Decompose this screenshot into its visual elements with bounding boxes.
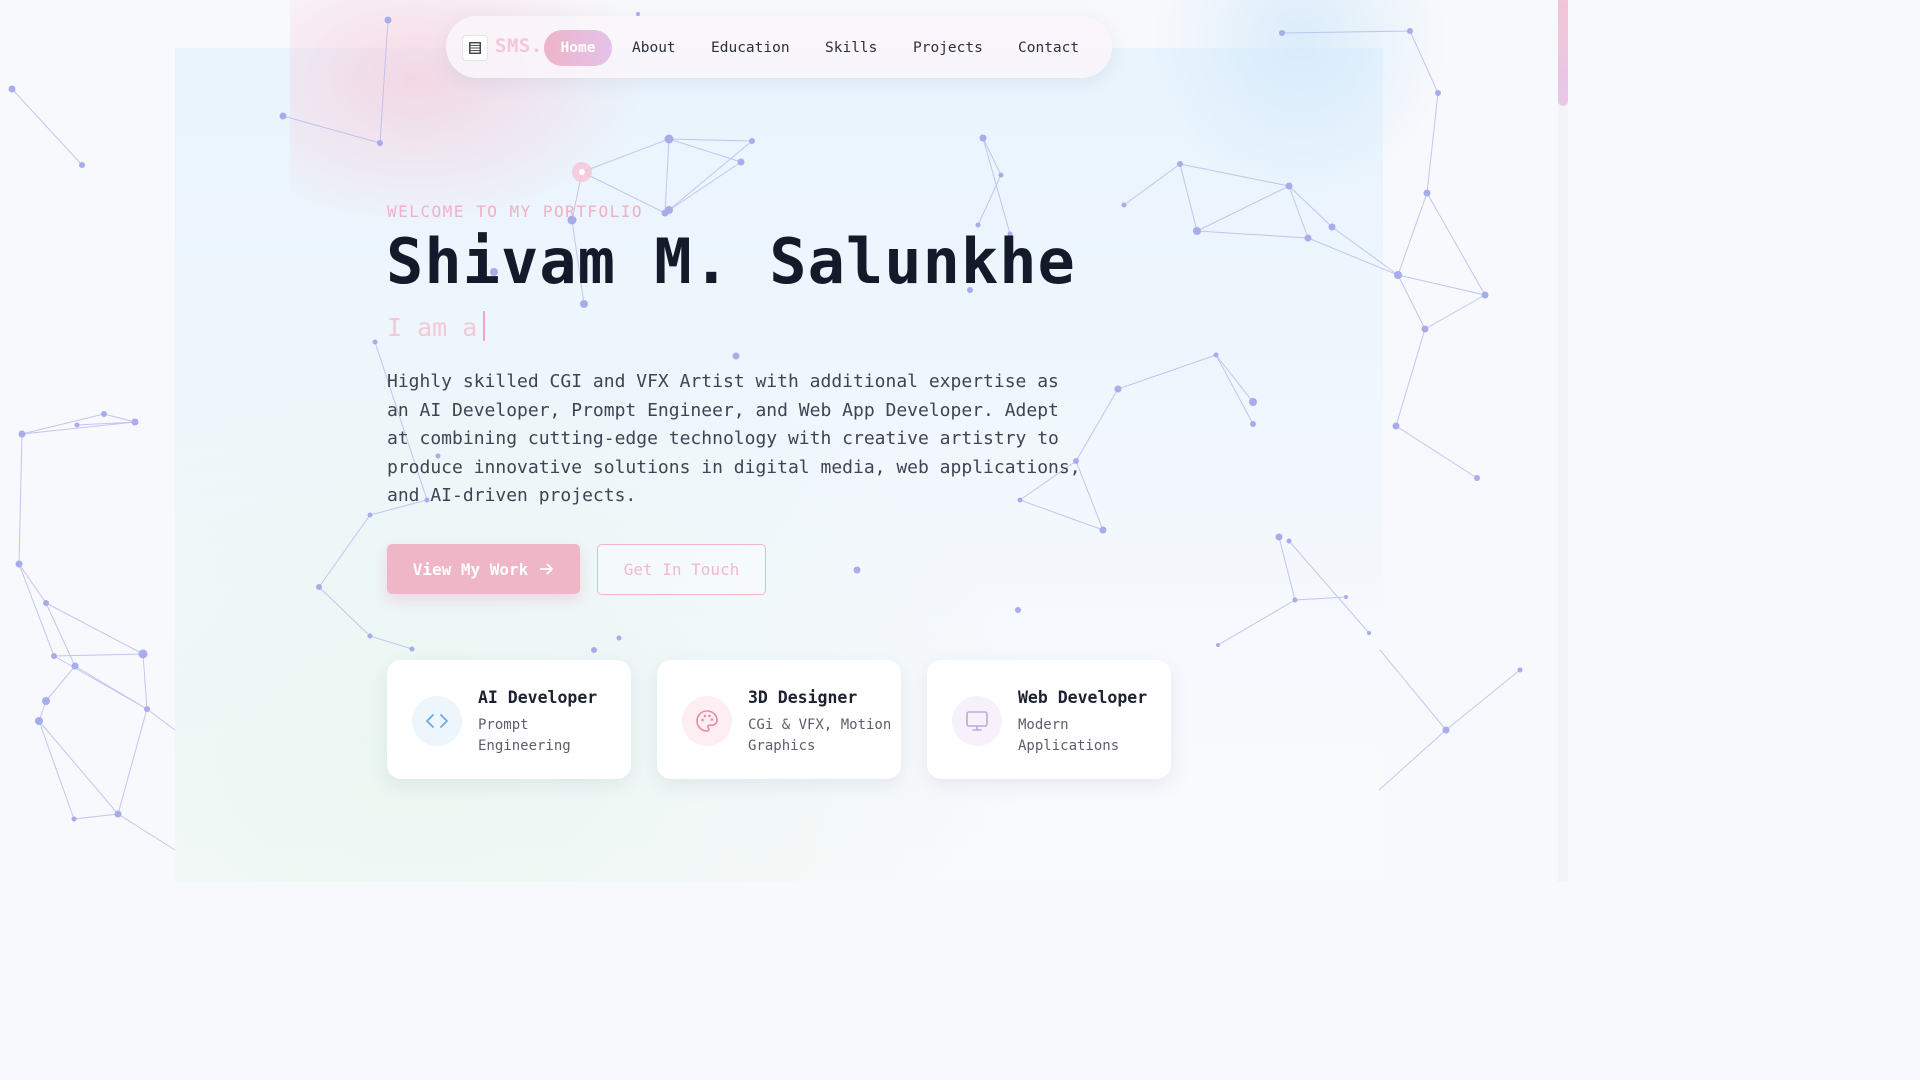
card-web-developer[interactable]: Web Developer Modern Applications	[927, 660, 1171, 779]
card-3d-designer[interactable]: 3D Designer CGi & VFX, Motion Graphics	[657, 660, 901, 779]
card-subtitle: Prompt Engineering	[478, 717, 571, 754]
hero-description: Highly skilled CGI and VFX Artist with a…	[387, 371, 1081, 507]
card-title: Web Developer	[1018, 688, 1148, 707]
monitor-icon	[952, 696, 1002, 746]
film-icon[interactable]	[463, 36, 487, 60]
welcome-eyebrow: WELCOME TO MY PORTFOLIO	[387, 202, 644, 221]
typing-prefix: I am a	[387, 313, 478, 342]
nav-about[interactable]: About	[632, 30, 676, 66]
hero-name: Shivam M. Salunkhe	[386, 225, 1076, 298]
nav-education[interactable]: Education	[711, 30, 790, 66]
card-title: 3D Designer	[748, 688, 858, 707]
nav-skills[interactable]: Skills	[825, 30, 877, 66]
card-title: AI Developer	[478, 688, 598, 707]
logo-text[interactable]: SMS.	[495, 35, 543, 57]
typing-caret	[483, 311, 486, 341]
view-my-work-button[interactable]: View My Work	[387, 544, 580, 594]
card-subtitle: CGi & VFX, Motion Graphics	[748, 717, 892, 754]
nav-contact[interactable]: Contact	[1018, 30, 1079, 66]
code-icon	[412, 696, 462, 746]
card-ai-developer[interactable]: AI Developer Prompt Engineering	[387, 660, 631, 779]
view-my-work-label: View My Work	[412, 559, 529, 579]
nav-home[interactable]: Home	[544, 30, 612, 66]
palette-icon	[682, 696, 732, 746]
typing-line: I am a	[387, 311, 486, 342]
card-subtitle: Modern Applications	[1018, 717, 1120, 754]
top-nav: SMS. Home About Education Skills Project…	[446, 16, 1112, 78]
get-in-touch-button[interactable]: Get In Touch	[597, 544, 766, 595]
nav-projects[interactable]: Projects	[913, 30, 983, 66]
arrow-right-icon	[540, 563, 554, 575]
